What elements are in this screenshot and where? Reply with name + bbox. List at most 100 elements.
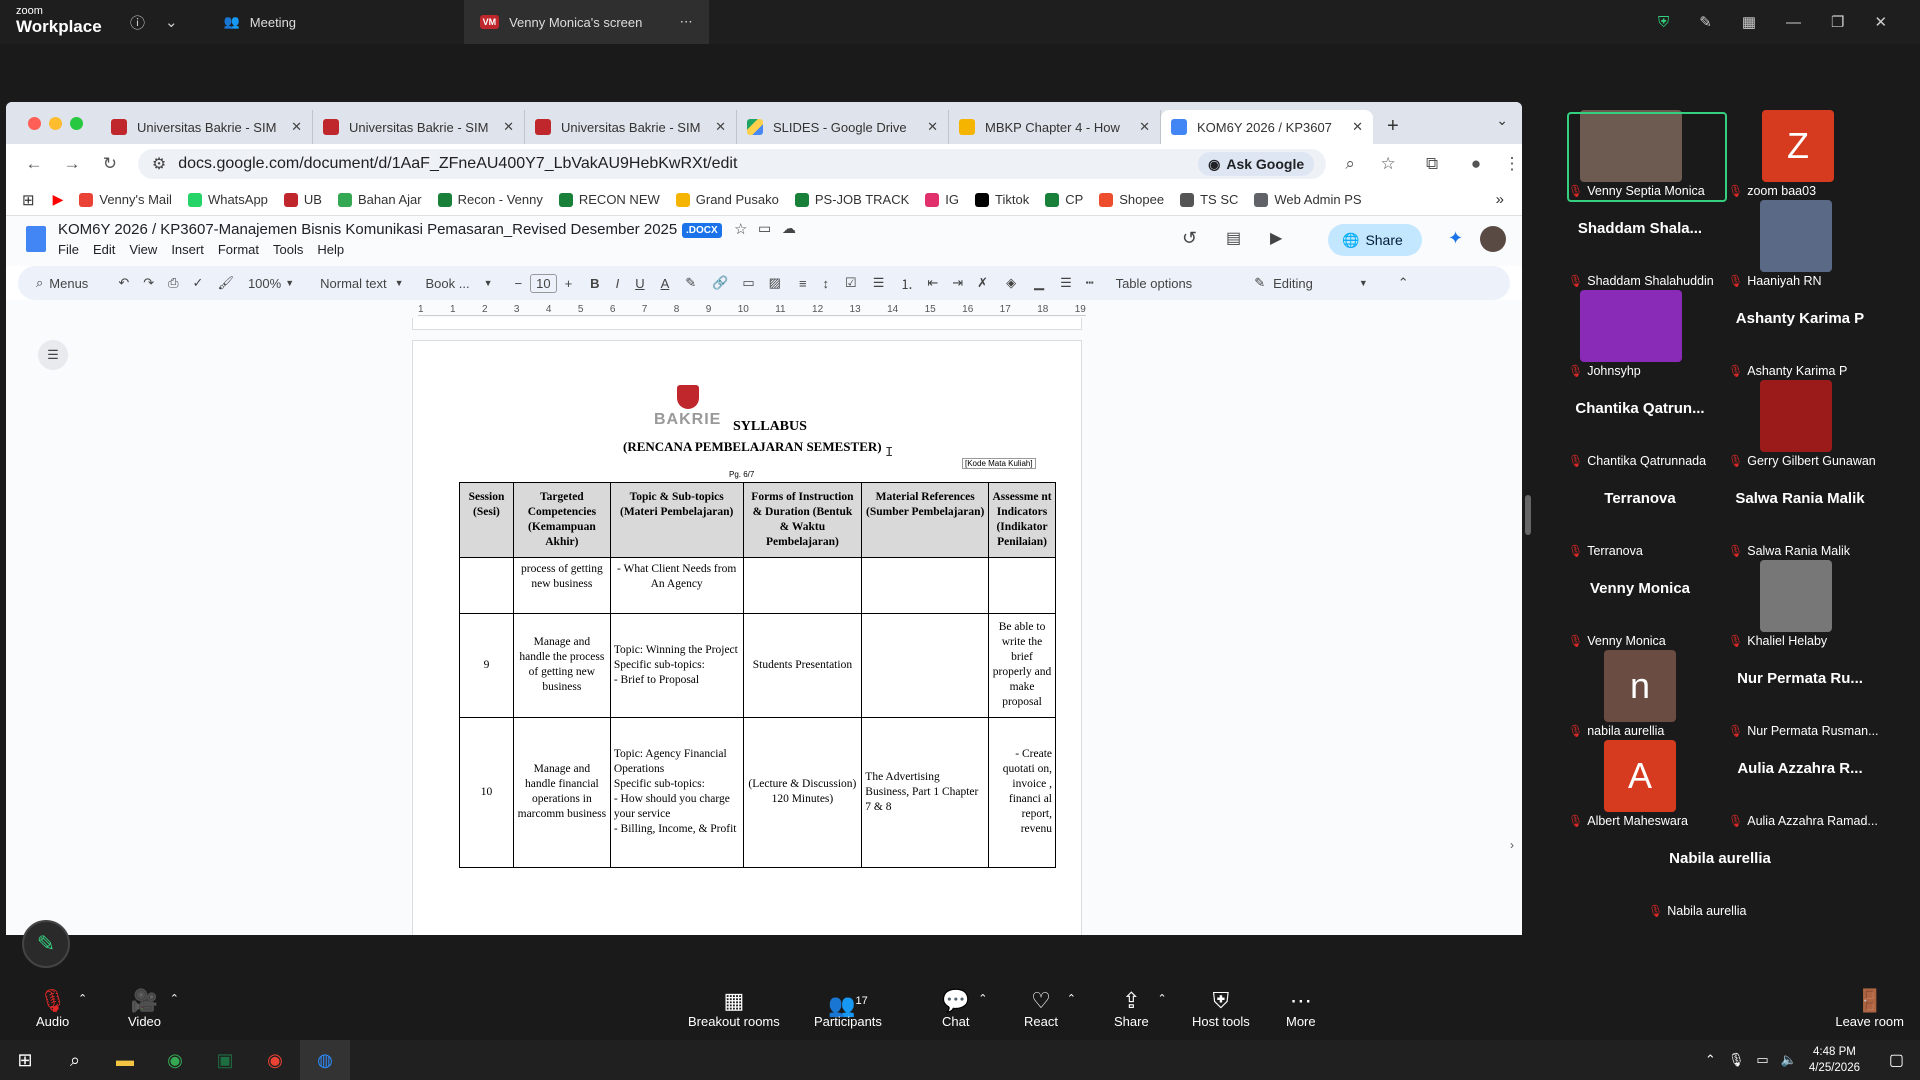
share-screen-button[interactable]: ⇪ Share ⌃ [1114, 988, 1167, 1029]
bookmark-item[interactable]: Web Admin PS [1254, 192, 1362, 207]
tab-search-icon[interactable]: ⌄ [1496, 112, 1508, 129]
menu-help[interactable]: Help [317, 242, 344, 257]
tab-shared-screen[interactable]: VM Venny Monica's screen ⋯ [463, 0, 709, 44]
search-icon[interactable]: ⌕ [50, 1040, 100, 1080]
comment-icon[interactable]: ▭ [742, 275, 754, 291]
checklist-icon[interactable]: ☑ [845, 275, 857, 291]
bookmark-item[interactable]: Tiktok [975, 192, 1029, 207]
participant-tile[interactable]: 🎙 Khaliel Helaby [1720, 560, 1880, 648]
docs-share-button[interactable]: 🌐 Share [1328, 224, 1422, 256]
site-info-icon[interactable]: ⚙ [152, 154, 166, 174]
increase-indent-icon[interactable]: ⇥ [952, 275, 963, 291]
participant-tile[interactable]: Aulia Azzahra R... 🎙 Aulia Azzahra Ramad..… [1720, 740, 1880, 828]
chrome-icon[interactable]: ◉ [150, 1040, 200, 1080]
excel-icon[interactable]: ▣ [200, 1040, 250, 1080]
participant-tile[interactable]: Venny Monica 🎙 Venny Monica [1560, 560, 1720, 648]
tab-close-icon[interactable]: ✕ [1139, 119, 1150, 135]
participants-button[interactable]: 👥17 Participants [814, 988, 882, 1029]
host-tools-button[interactable]: ⛨ Host tools [1192, 988, 1250, 1029]
participant-tile[interactable]: n 🎙 nabila aurellia [1560, 650, 1720, 738]
browser-tab[interactable]: Universitas Bakrie - SIM ✕ [101, 110, 313, 144]
menu-format[interactable]: Format [218, 242, 259, 257]
menu-view[interactable]: View [129, 242, 157, 257]
table-options-button[interactable]: Table options [1116, 276, 1193, 291]
menu-insert[interactable]: Insert [171, 242, 204, 257]
cloud-status-icon[interactable]: ☁ [782, 220, 796, 237]
more-bookmarks-icon[interactable]: » [1496, 191, 1504, 208]
font-select[interactable]: Book ... [426, 276, 470, 291]
gemini-icon[interactable]: ✦ [1448, 228, 1463, 249]
google-docs-icon[interactable] [26, 226, 46, 252]
volume-icon[interactable]: 🔈 [1781, 1052, 1797, 1068]
increase-font-icon[interactable]: + [565, 276, 573, 291]
minimize-icon[interactable]: — [1786, 14, 1801, 31]
move-folder-icon[interactable]: ▭ [758, 220, 771, 237]
bookmark-item[interactable]: Recon - Venny [437, 192, 543, 207]
notifications-icon[interactable]: ▢ [1889, 1050, 1904, 1070]
file-explorer-icon[interactable]: ▬ [100, 1040, 150, 1080]
chrome-menu-icon[interactable]: ⋮ [1502, 154, 1522, 174]
profile-avatar[interactable]: ● [1466, 154, 1486, 174]
info-icon[interactable]: ⓘ [130, 12, 145, 33]
document-page[interactable]: BAKRIE SYLLABUS (RENCANA PEMBELAJARAN SE… [412, 340, 1082, 935]
decrease-font-icon[interactable]: − [515, 276, 523, 291]
horizontal-ruler[interactable]: 1 1 2 3 4 5 6 7 8 9 10 11 12 13 14 15 16 17 18 19 [6, 300, 1522, 318]
participant-tile[interactable]: Nur Permata Ru... 🎙 Nur Permata Rusman... [1720, 650, 1880, 738]
reload-icon[interactable]: ↻ [100, 154, 120, 174]
version-history-icon[interactable]: ↺ [1182, 228, 1197, 249]
browser-tab[interactable]: KOM6Y 2026 / KP3607 ✕ [1161, 110, 1373, 144]
menu-tools[interactable]: Tools [273, 242, 303, 257]
bookmark-item[interactable]: Shopee [1099, 192, 1164, 207]
bookmark-item[interactable]: UB [283, 192, 322, 207]
bookmark-item[interactable]: CP [1045, 192, 1083, 207]
browser-tab[interactable]: Universitas Bakrie - SIM ✕ [313, 110, 525, 144]
document-title[interactable]: KOM6Y 2026 / KP3607-Manajemen Bisnis Kom… [58, 221, 677, 238]
zoom-dot[interactable] [70, 117, 83, 130]
audio-options-caret[interactable]: ⌃ [78, 992, 87, 1005]
search-menus-icon[interactable]: ⌕ [36, 275, 43, 291]
participant-tile[interactable]: 🎙 Gerry Gilbert Gunawan [1720, 380, 1880, 468]
fill-color-icon[interactable]: ◈ [1006, 275, 1016, 291]
annotate-pencil-icon[interactable]: ✎ [1699, 13, 1712, 31]
extensions-icon[interactable]: ⧉ [1422, 154, 1442, 174]
participant-tile[interactable]: A 🎙 Albert Maheswara [1560, 740, 1720, 828]
print-icon[interactable]: ⎙ [168, 275, 178, 291]
undo-icon[interactable]: ↶ [118, 275, 129, 291]
highlight-icon[interactable]: ✎ [685, 275, 696, 291]
tray-chevron-icon[interactable]: ⌃ [1705, 1052, 1716, 1068]
comments-icon[interactable]: ▤ [1226, 228, 1241, 248]
annotate-pencil-button[interactable]: ✎ [22, 920, 70, 968]
outline-icon[interactable]: ☰ [38, 340, 68, 370]
share-options-caret[interactable]: ⌃ [1157, 992, 1166, 1005]
more-button[interactable]: ⋯ More [1286, 988, 1316, 1029]
new-tab-icon[interactable]: + [1373, 115, 1413, 144]
bookmark-item[interactable]: WhatsApp [187, 192, 268, 207]
menu-file[interactable]: File [58, 242, 79, 257]
chrome-profile-icon[interactable]: ◉ [250, 1040, 300, 1080]
more-options-icon[interactable]: ⋯ [680, 14, 693, 30]
browser-tab[interactable]: SLIDES - Google Drive ✕ [737, 110, 949, 144]
video-options-caret[interactable]: ⌃ [170, 992, 179, 1005]
bookmark-item[interactable]: IG [925, 192, 959, 207]
windows-start-icon[interactable]: ⊞ [0, 1040, 50, 1080]
bold-icon[interactable]: B [590, 276, 599, 291]
decrease-indent-icon[interactable]: ⇤ [927, 275, 938, 291]
react-button[interactable]: ♡ React ⌃ [1024, 988, 1076, 1029]
ask-google-button[interactable]: ◉ Ask Google [1198, 152, 1315, 176]
border-width-icon[interactable]: ☰ [1060, 275, 1072, 291]
bookmark-item[interactable]: Bahan Ajar [337, 192, 422, 207]
bookmark-item[interactable]: RECON NEW [558, 192, 660, 207]
redo-icon[interactable]: ↷ [143, 275, 154, 291]
meet-icon[interactable]: ▶ [1270, 228, 1282, 248]
tab-meeting[interactable]: 👥 Meeting [208, 0, 458, 44]
participant-tile[interactable]: 🎙 Haaniyah RN [1720, 200, 1880, 288]
border-color-icon[interactable]: ▁ [1034, 275, 1044, 291]
audio-button[interactable]: 🎙 Audio ⌃ [36, 988, 87, 1029]
menu-edit[interactable]: Edit [93, 242, 115, 257]
chat-button[interactable]: 💬 Chat ⌃ [942, 988, 987, 1029]
network-icon[interactable]: ▭ [1756, 1052, 1768, 1068]
spellcheck-icon[interactable]: ✓ [193, 275, 204, 291]
video-button[interactable]: 🎥 Video ⌃ [128, 988, 179, 1029]
bookmark-item[interactable]: PS-JOB TRACK [794, 192, 909, 207]
view-layout-icon[interactable]: ▦ [1742, 13, 1756, 31]
